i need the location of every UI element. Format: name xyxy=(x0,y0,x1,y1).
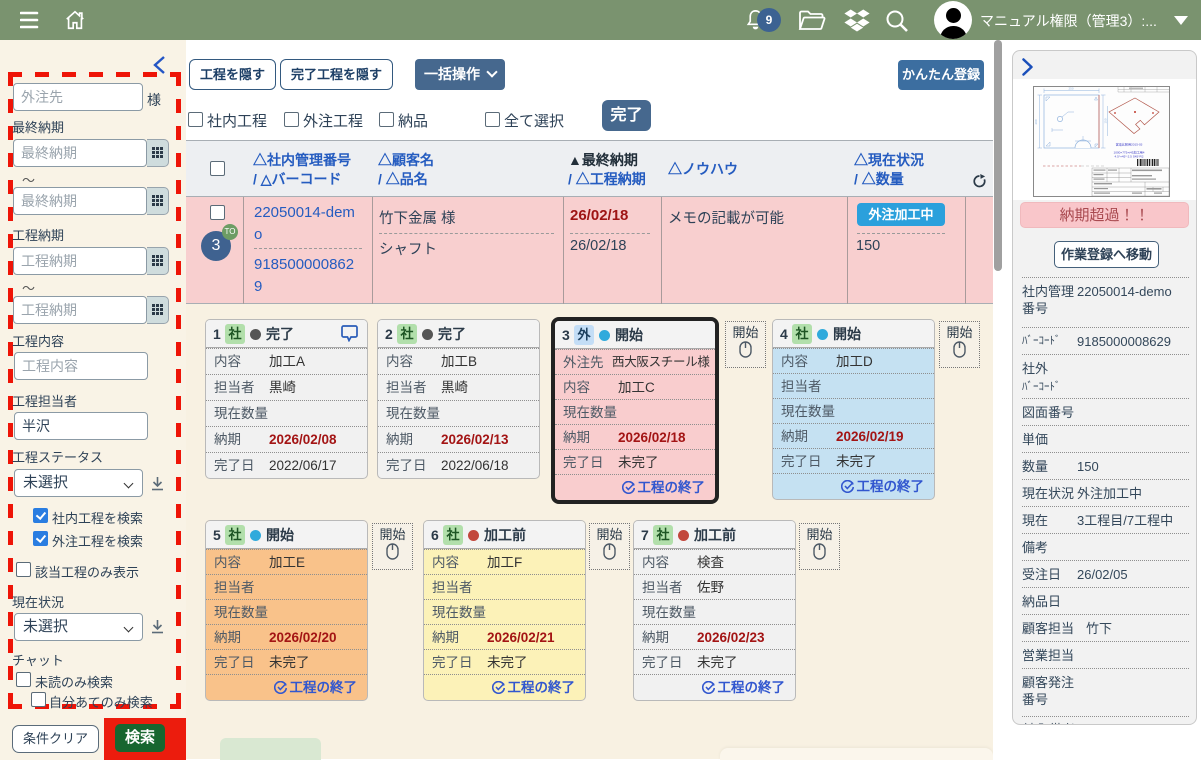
svg-text:200: 200 xyxy=(1034,119,1038,124)
svg-text:4.5°×45°-2.5 S45°R2: 4.5°×45°-2.5 S45°R2 xyxy=(1115,155,1144,159)
svg-text:営電比較用2015-03: 営電比較用2015-03 xyxy=(1116,142,1143,147)
svg-text:150: 150 xyxy=(1104,118,1108,123)
svg-text:250: 250 xyxy=(1068,87,1073,91)
